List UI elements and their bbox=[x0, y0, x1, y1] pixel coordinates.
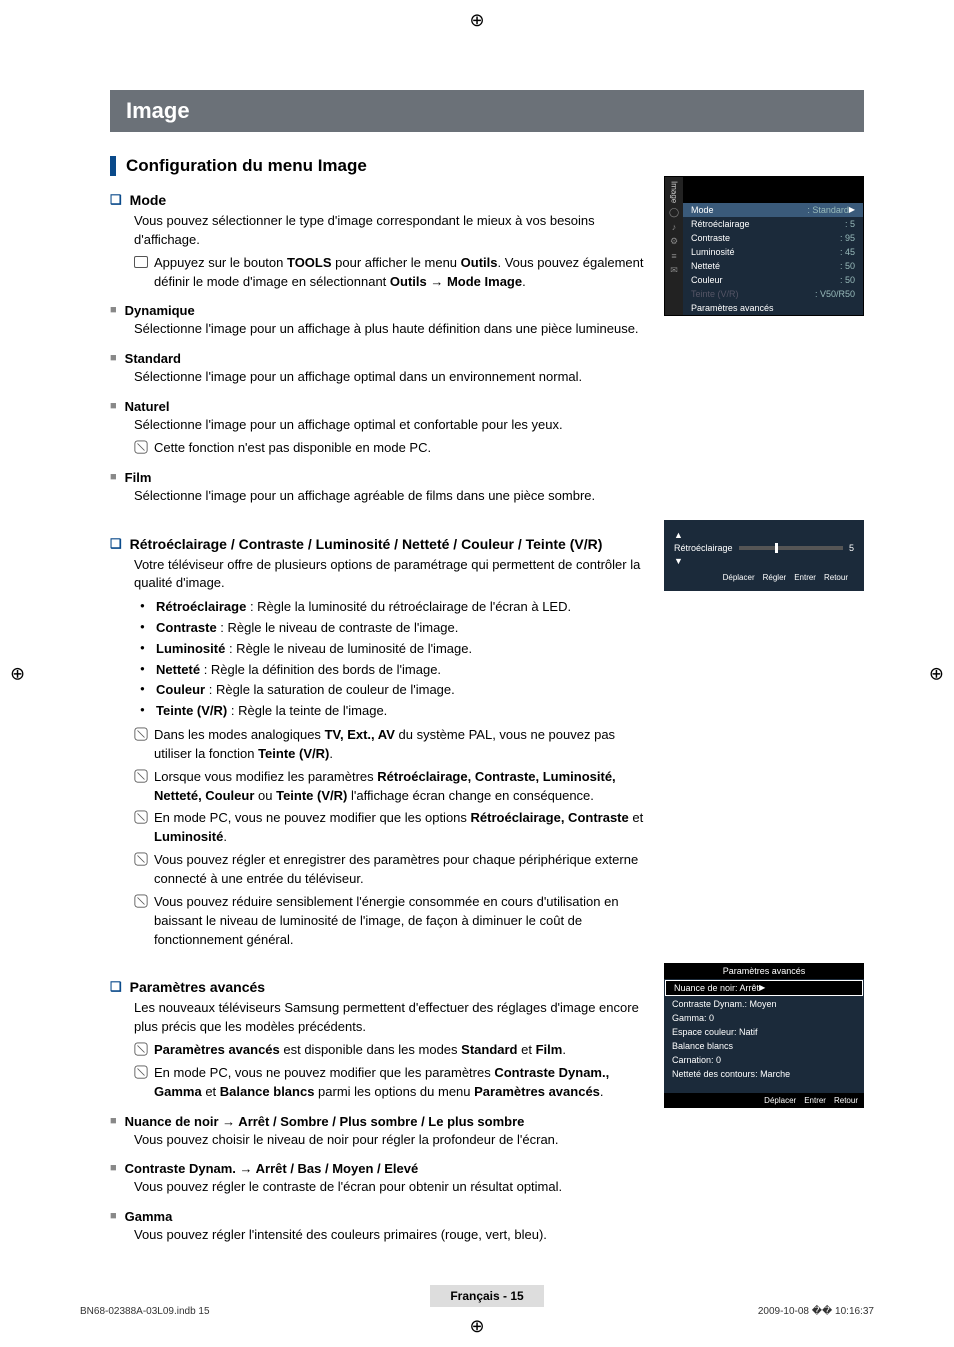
note-icon bbox=[134, 440, 148, 454]
note-line: Dans les modes analogiques TV, Ext., AV … bbox=[134, 726, 650, 764]
footer-filename: BN68-02388A-03L09.indb 15 bbox=[80, 1306, 210, 1317]
sub-gamma: ■ Gamma bbox=[110, 1209, 650, 1224]
subsection-mode: ❏ Mode bbox=[110, 192, 650, 208]
subsection-adjust: ❏ Rétroéclairage / Contraste / Luminosit… bbox=[110, 536, 650, 552]
page-number: Français - 15 bbox=[430, 1285, 543, 1307]
osd-advanced-screenshot: Paramètres avancés Nuance de noir: Arrêt… bbox=[664, 963, 864, 1108]
osd-row: Mode: Standard▶ bbox=[683, 203, 863, 217]
grey-square-icon: ■ bbox=[110, 352, 117, 366]
list-item: Teinte (V/R) : Règle la teinte de l'imag… bbox=[134, 701, 650, 722]
osd-row: Paramètres avancés bbox=[683, 301, 863, 315]
grey-square-icon: ■ bbox=[110, 1115, 117, 1129]
grey-square-icon: ■ bbox=[110, 471, 117, 485]
note-line: Lorsque vous modifiez les paramètres Rét… bbox=[134, 768, 650, 806]
advanced-intro: Les nouveaux téléviseurs Samsung permett… bbox=[134, 999, 650, 1037]
grey-square-icon: ■ bbox=[110, 1210, 117, 1224]
osd-row: Netteté des contours: Marche bbox=[664, 1067, 864, 1081]
naturel-desc: Sélectionne l'image pour un affichage op… bbox=[134, 416, 650, 435]
sub-nuance: ■ Nuance de noir → Arrêt / Sombre / Plus… bbox=[110, 1114, 650, 1129]
osd-slider-screenshot: ▲ Rétroéclairage 5 ▼ DéplacerRéglerEntre… bbox=[664, 520, 864, 591]
grey-square-icon: ■ bbox=[110, 1162, 117, 1176]
osd-row: Espace couleur: Natif bbox=[664, 1025, 864, 1039]
list-item: Netteté : Règle la définition des bords … bbox=[134, 660, 650, 681]
osd-row: Teinte (V/R): V50/R50 bbox=[683, 287, 863, 301]
page-container: Image Configuration du menu Image ❏ Mode… bbox=[0, 0, 954, 1347]
advanced-note1: Paramètres avancés est disponible dans l… bbox=[134, 1041, 650, 1060]
note-icon bbox=[134, 894, 148, 908]
tools-note: Appuyez sur le bouton TOOLS pour affiche… bbox=[134, 254, 650, 292]
subsection-title: Paramètres avancés bbox=[130, 979, 265, 995]
note-line: Vous pouvez réduire sensiblement l'énerg… bbox=[134, 893, 650, 950]
osd-row: Carnation: 0 bbox=[664, 1053, 864, 1067]
osd-row: Netteté: 50 bbox=[683, 259, 863, 273]
note-icon bbox=[134, 1042, 148, 1056]
grey-square-icon: ■ bbox=[110, 304, 117, 318]
dynam-desc: Vous pouvez régler le contraste de l'écr… bbox=[134, 1178, 650, 1197]
osd-row: Luminosité: 45 bbox=[683, 245, 863, 259]
square-bullet-icon: ❏ bbox=[110, 192, 122, 208]
heading-accent-bar bbox=[110, 156, 116, 176]
advanced-note2: En mode PC, vous ne pouvez modifier que … bbox=[134, 1064, 650, 1102]
note-icon bbox=[134, 810, 148, 824]
sub-naturel: ■ Naturel bbox=[110, 399, 650, 414]
sub-film: ■ Film bbox=[110, 470, 650, 485]
note-line: Vous pouvez régler et enregistrer des pa… bbox=[134, 851, 650, 889]
subsection-advanced: ❏ Paramètres avancés bbox=[110, 979, 650, 995]
mode-intro: Vous pouvez sélectionner le type d'image… bbox=[134, 212, 650, 250]
note-line: En mode PC, vous ne pouvez modifier que … bbox=[134, 809, 650, 847]
dynamique-desc: Sélectionne l'image pour un affichage à … bbox=[134, 320, 650, 339]
osd-row: Nuance de noir: Arrêt▶ bbox=[665, 980, 863, 996]
gamma-desc: Vous pouvez régler l'intensité des coule… bbox=[134, 1226, 650, 1245]
note-icon bbox=[134, 769, 148, 783]
registration-mark-icon: ⊕ bbox=[469, 10, 484, 31]
subsection-title: Rétroéclairage / Contraste / Luminosité … bbox=[130, 536, 603, 552]
print-footer: BN68-02388A-03L09.indb 15 2009-10-08 �� … bbox=[0, 1306, 954, 1337]
tools-icon bbox=[134, 256, 148, 268]
page-title: Image bbox=[126, 98, 190, 123]
adjust-intro: Votre téléviseur offre de plusieurs opti… bbox=[134, 556, 650, 594]
registration-mark-icon: ⊕ bbox=[929, 663, 944, 684]
registration-mark-icon: ⊕ bbox=[10, 663, 25, 684]
osd-row: Contraste Dynam.: Moyen bbox=[664, 997, 864, 1011]
square-bullet-icon: ❏ bbox=[110, 536, 122, 552]
list-item: Luminosité : Règle le niveau de luminosi… bbox=[134, 639, 650, 660]
osd-row: Gamma: 0 bbox=[664, 1011, 864, 1025]
osd-mode-screenshot: Image ◯♪⚙≡✉ Mode: Standard▶ Rétroéclaira… bbox=[664, 176, 864, 316]
standard-desc: Sélectionne l'image pour un affichage op… bbox=[134, 368, 650, 387]
page-number-box: Français - 15 bbox=[110, 1285, 864, 1307]
osd-row: Rétroéclairage: 5 bbox=[683, 217, 863, 231]
section-heading: Configuration du menu Image bbox=[110, 156, 864, 176]
square-bullet-icon: ❏ bbox=[110, 979, 122, 995]
list-item: Couleur : Règle la saturation de couleur… bbox=[134, 680, 650, 701]
footer-timestamp: 2009-10-08 �� 10:16:37 bbox=[758, 1306, 874, 1317]
list-item: Contraste : Règle le niveau de contraste… bbox=[134, 618, 650, 639]
film-desc: Sélectionne l'image pour un affichage ag… bbox=[134, 487, 650, 506]
adjust-bullet-list: Rétroéclairage : Règle la luminosité du … bbox=[134, 597, 650, 722]
naturel-note: Cette fonction n'est pas disponible en m… bbox=[134, 439, 650, 458]
osd-row: Couleur: 50 bbox=[683, 273, 863, 287]
sub-standard: ■ Standard bbox=[110, 351, 650, 366]
note-icon bbox=[134, 852, 148, 866]
note-icon bbox=[134, 1065, 148, 1079]
note-icon bbox=[134, 727, 148, 741]
subsection-title: Mode bbox=[130, 192, 167, 208]
osd-row: Contraste: 95 bbox=[683, 231, 863, 245]
osd-category-icons: Image ◯♪⚙≡✉ bbox=[665, 177, 683, 315]
list-item: Rétroéclairage : Règle la luminosité du … bbox=[134, 597, 650, 618]
section-title: Configuration du menu Image bbox=[126, 156, 367, 176]
osd-row: Balance blancs bbox=[664, 1039, 864, 1053]
page-title-bar: Image bbox=[110, 90, 864, 132]
sub-dynam: ■ Contraste Dynam. → Arrêt / Bas / Moyen… bbox=[110, 1161, 650, 1176]
sub-dynamique: ■ Dynamique bbox=[110, 303, 650, 318]
tools-text: Appuyez sur le bouton TOOLS pour affiche… bbox=[154, 254, 650, 292]
nuance-desc: Vous pouvez choisir le niveau de noir po… bbox=[134, 1131, 650, 1150]
grey-square-icon: ■ bbox=[110, 400, 117, 414]
